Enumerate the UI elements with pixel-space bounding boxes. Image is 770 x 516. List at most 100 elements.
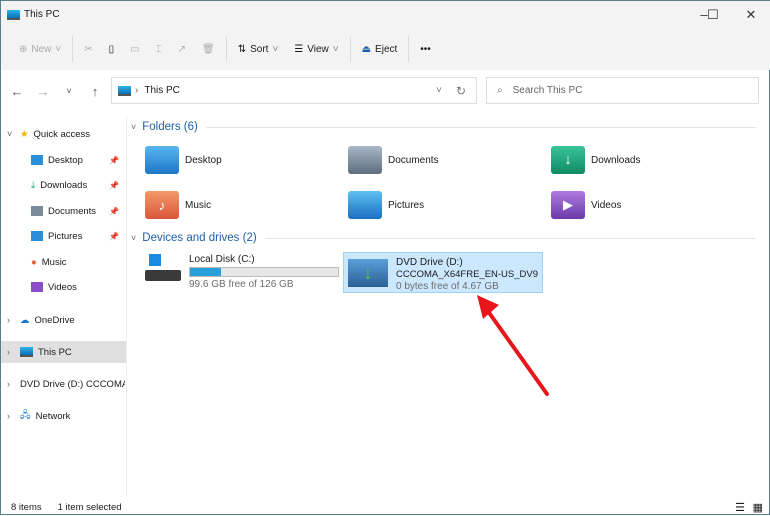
view-label: View [307,44,329,55]
folder-music[interactable]: ♪Music [145,191,211,219]
sidebar-item-desktop[interactable]: Desktop📌 [31,149,125,171]
label: Music [42,257,67,268]
pin-icon: 📌 [109,207,119,216]
maximize-button[interactable]: ☐ [696,1,730,28]
pictures-icon [31,231,43,241]
videos-icon [31,282,43,292]
new-button[interactable]: ⊕New˅ [11,35,69,63]
sidebar-item-quick-access[interactable]: ˅ ★ Quick access [7,123,131,145]
devices-group-header[interactable]: ˅ Devices and drives (2) [131,232,756,244]
delete-button[interactable]: 🗑 [194,35,223,63]
label: Network [36,411,71,422]
star-icon: ★ [20,129,29,140]
sort-icon: ⇅ [238,44,246,55]
sort-button[interactable]: ⇅Sort˅ [230,35,287,63]
label: Downloads [591,155,640,166]
chevron-down-icon: ˅ [131,233,136,243]
copy-button[interactable]: ▯ [101,35,123,63]
address-bar[interactable]: › This PC ˅ ↻ [111,77,477,104]
desktop-icon [31,155,43,165]
sidebar-item-this-pc[interactable]: ›This PC [1,341,126,363]
chevron-right-icon: › [7,315,15,325]
sidebar-item-documents[interactable]: Documents📌 [31,200,125,222]
red-annotation-arrow [471,291,556,401]
share-button[interactable]: ↗ [170,35,194,63]
navigation-pane: ˅★Quick access Desktop📌 ⤓Downloads📌 Docu… [1,116,127,496]
chevron-down-icon: ˅ [7,129,15,139]
folder-downloads[interactable]: ↓Downloads [551,146,640,174]
pin-icon: 📌 [109,232,119,241]
search-icon: ⌕ [497,85,503,96]
details-view-icon[interactable]: ☰ [735,501,745,514]
sidebar-item-music[interactable]: ● Music [31,251,125,273]
sidebar-item-network[interactable]: › 🖧 Network [7,405,131,427]
this-pc-icon [7,10,20,20]
divider [72,36,73,62]
chevron-right-icon: › [7,411,15,421]
chevron-down-icon: ˅ [131,122,136,132]
label: Pictures [388,200,424,211]
folder-videos[interactable]: ▶Videos [551,191,621,219]
this-pc-icon [20,347,33,357]
label: Videos [591,200,621,211]
documents-folder-icon [348,146,382,174]
paste-icon: ▭ [130,44,139,55]
divider [408,36,409,62]
folders-group-header[interactable]: ˅ Folders (6) [131,121,756,133]
refresh-icon[interactable]: ↻ [456,84,466,98]
drive-free-space: 99.6 GB free of 126 GB [189,279,339,290]
address-history-chevron-icon[interactable]: ˅ [436,85,442,96]
up-arrow-icon[interactable]: ↑ [82,84,108,99]
search-input[interactable]: ⌕ Search This PC [486,77,759,104]
divider [350,36,351,62]
breadcrumb-chevron-icon: › [135,85,138,96]
pin-icon: 📌 [109,181,119,190]
rename-button[interactable]: ⌶ [148,35,170,63]
eject-icon: ⏏ [362,44,371,55]
view-icon: ☰ [294,44,303,55]
sidebar-item-dvd-drive[interactable]: ›DVD Drive (D:) CCCOMA_X64FRE_EN-US_DV9 [7,373,125,395]
pictures-folder-icon [348,191,382,219]
divider [206,127,756,128]
label: OneDrive [35,315,75,326]
paste-button[interactable]: ▭ [122,35,147,63]
more-button[interactable]: ••• [412,35,439,63]
folder-pictures[interactable]: Pictures [348,191,424,219]
window-title: This PC [24,9,60,20]
sidebar-item-videos[interactable]: Videos [31,276,125,298]
drive-name: Local Disk (C:) [189,254,339,265]
back-arrow-icon[interactable]: ← [4,84,30,99]
group-title: Devices and drives (2) [142,232,256,244]
tiles-view-icon[interactable]: ▦ [753,501,763,514]
sidebar-item-downloads[interactable]: ⤓ Downloads 📌 [31,174,125,196]
music-icon: ● [31,257,37,268]
forward-arrow-icon[interactable]: → [30,84,56,99]
drive-dvd-d[interactable]: ↓ DVD Drive (D:) CCCOMA_X64FRE_EN-US_DV9… [343,252,543,293]
desktop-folder-icon [145,146,179,174]
cut-button[interactable]: ✂ [76,35,100,63]
share-icon: ↗ [178,44,186,55]
hard-drive-icon [145,254,181,284]
breadcrumb-this-pc[interactable]: This PC [144,85,180,96]
close-button[interactable]: ✕ [734,1,768,28]
label: Downloads [40,180,87,191]
sidebar-item-onedrive[interactable]: › ☁ OneDrive [7,309,131,331]
label: Desktop [48,155,83,166]
this-pc-icon [118,86,131,96]
sidebar-item-pictures[interactable]: Pictures📌 [31,225,125,247]
network-icon: 🖧 [20,408,31,424]
sort-label: Sort [250,44,268,55]
group-title: Folders (6) [142,121,198,133]
drive-local-disk-c[interactable]: Local Disk (C:) 99.6 GB free of 126 GB [141,250,343,294]
new-label: New [31,44,51,55]
view-button[interactable]: ☰View˅ [286,35,346,63]
download-icon: ⤓ [31,180,35,191]
eject-button[interactable]: ⏏Eject [354,35,406,63]
label: Quick access [34,129,91,140]
cloud-icon: ☁ [20,315,30,326]
recent-chevron-icon[interactable]: ˅ [56,86,82,96]
folder-documents[interactable]: Documents [348,146,439,174]
drive-usage-bar [189,267,339,277]
folder-desktop[interactable]: Desktop [145,146,222,174]
label: DVD Drive (D:) CCCOMA_X64FRE_EN-US_DV9 [20,379,125,390]
